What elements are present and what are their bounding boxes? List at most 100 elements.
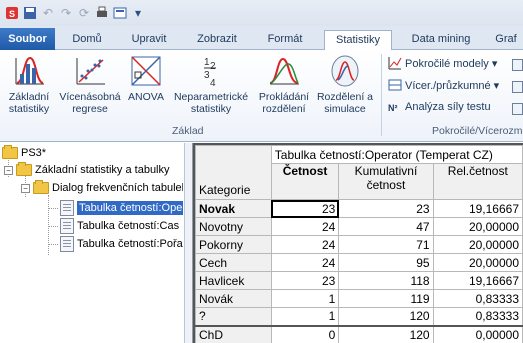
row-header[interactable]: ? [195,307,272,327]
side-icon-3[interactable] [512,103,523,115]
tab-upravit[interactable]: Upravit [120,30,178,50]
table-row: Novák 1 119 0,83333 [195,289,523,308]
tab-data-mining[interactable]: Data mining [402,30,480,50]
column-header-relative[interactable]: Rel.četnost [432,163,523,200]
regression-icon [76,58,105,85]
table-row: Novotny 24 47 20,00000 [195,217,523,236]
table-cell[interactable]: 120 [338,307,434,327]
column-header-text: Rel.četnost [447,164,508,179]
column-header-frequency[interactable]: Četnost [270,163,340,200]
table-row: Cech 24 95 20,00000 [195,253,523,272]
table-row: ChD 0 120 0,00000 [195,325,523,343]
nonparametric-button[interactable]: 1 2 3 4 Neparametrické statistiky [169,54,253,115]
side-icon-1[interactable] [512,59,523,71]
advanced-models-button[interactable]: Pokročilé modely ▾ [388,56,497,70]
tree-node-basic-stats[interactable]: − Základní statistiky a tabulky [4,162,170,176]
table-cell[interactable]: 1 [270,289,340,308]
row-header[interactable]: Havlicek [195,271,272,290]
multivariate-button[interactable]: Vícer./průzkumné ▾ [388,78,499,92]
save-icon[interactable] [22,5,38,21]
tree-item-label: Tabulka četností:Operator [77,201,183,215]
basic-statistics-button[interactable]: Základní statistiky [2,54,56,115]
tab-graf[interactable]: Graf [486,30,523,50]
app-icon[interactable]: S [4,5,20,21]
tree-node-root[interactable]: PS3* [2,145,46,159]
table-cell[interactable]: 47 [338,217,434,236]
basic-statistics-icon [15,56,44,85]
tab-domu[interactable]: Domů [63,30,111,50]
print-icon[interactable] [94,5,110,21]
table-cell[interactable]: 23 [270,271,340,290]
nonparametric-label-2: statistiky [190,103,232,115]
power-analysis-label: Analýza síly testu [405,101,491,113]
table-document-icon [60,236,74,252]
tree-line [48,244,58,245]
table-cell[interactable]: 24 [270,253,340,272]
column-header-text: Četnost [282,164,328,179]
tab-statistiky[interactable]: Statistiky [324,30,392,51]
table-cell[interactable]: 0,83333 [432,289,523,308]
table-row: Havlicek 23 118 19,16667 [195,271,523,290]
table-cell[interactable]: 0 [270,325,340,343]
multiple-regression-button[interactable]: Vícenásobná regrese [57,54,123,115]
table-cell[interactable]: 20,00000 [432,253,523,272]
table-cell[interactable]: 0,00000 [432,325,523,343]
tree-item-poradi[interactable]: Tabulka četností:Pořadí [60,236,183,252]
column-header-text: četnost [366,178,406,192]
tree-line [48,226,58,227]
pane-splitter[interactable] [184,143,193,343]
redo-icon[interactable]: ↷ [58,5,74,21]
column-header-cumulative[interactable]: Kumulativní četnost [338,163,434,200]
distribution-fitting-button[interactable]: Prokládání rozdělení [254,54,314,115]
table-cell[interactable]: 71 [338,235,434,254]
tab-zobrazit[interactable]: Zobrazit [186,30,248,50]
tree-item-operator[interactable]: Tabulka četností:Operator [60,200,183,216]
table-cell[interactable]: 120 [338,325,434,343]
table-cell[interactable]: 24 [270,235,340,254]
row-header[interactable]: Pokorny [195,235,272,254]
row-header[interactable]: Novák [195,289,272,308]
collapse-icon[interactable]: − [4,165,13,175]
distribution-fitting-label-2: rozdělení [262,103,306,115]
refresh-icon[interactable]: ⟳ [76,5,92,21]
multiple-regression-label-2: regrese [72,103,108,115]
tree-node-frequency-dialog[interactable]: − Dialog frekvenčních tabulek [21,180,183,194]
table-cell[interactable]: 23 [270,199,340,218]
dropdown-icon[interactable]: ▾ [130,5,146,21]
folder-icon [33,180,49,194]
row-header[interactable]: Novotny [195,217,272,236]
table-cell[interactable]: 1 [270,307,340,327]
table-cell[interactable]: 20,00000 [432,235,523,254]
tab-format[interactable]: Formát [256,30,314,50]
collapse-icon[interactable]: − [21,183,30,193]
tree-item-cas[interactable]: Tabulka četností:Cas [60,218,179,234]
tree-item-label: Tabulka četností:Cas [77,220,180,232]
undo-icon[interactable]: ↶ [40,5,56,21]
tab-soubor[interactable]: Soubor [0,28,55,50]
table-cell[interactable]: 24 [270,217,340,236]
table-cell[interactable]: 0,83333 [432,307,523,327]
table-cell[interactable]: 119 [338,289,434,308]
multiple-regression-label: Vícenásobná [59,91,121,103]
anova-button[interactable]: ANOVA [124,54,168,103]
table-cell[interactable]: 20,00000 [432,217,523,236]
row-header[interactable]: Cech [195,253,272,272]
table-row: Pokorny 24 71 20,00000 [195,235,523,254]
table-document-icon [60,200,74,216]
power-analysis-button[interactable]: N² Analýza síly testu [388,100,491,114]
table-cell[interactable]: 19,16667 [432,199,523,218]
tree-line [48,208,58,209]
table-cell[interactable]: 23 [338,199,434,218]
multivariate-icon [388,78,402,92]
table-cell[interactable]: 118 [338,271,434,290]
table-cell[interactable]: 95 [338,253,434,272]
ribbon-tabs: Soubor Domů Upravit Zobrazit Formát Stat… [0,26,523,51]
side-icon-2[interactable] [512,81,523,93]
table-row: Novak 23 23 19,16667 [195,199,523,218]
tree-line [48,195,49,255]
options-icon[interactable] [112,5,128,21]
row-header[interactable]: ChD [195,325,272,343]
row-header[interactable]: Novak [195,199,272,218]
distributions-simulation-button[interactable]: Rozdělení a simulace [314,54,376,115]
table-cell[interactable]: 19,16667 [432,271,523,290]
